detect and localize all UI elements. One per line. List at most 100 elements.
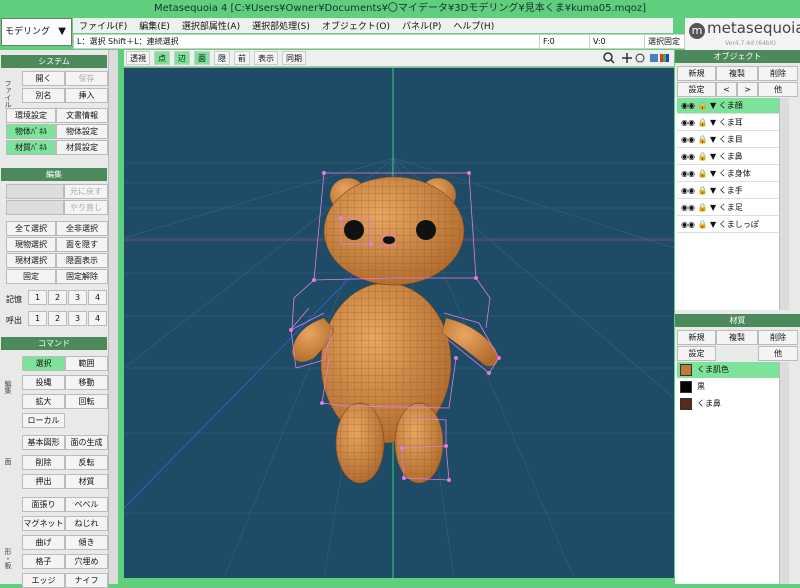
deselect-all-button[interactable]: 全非選択 [56, 221, 108, 236]
menu-selection[interactable]: 選択部処理(S) [246, 19, 316, 32]
menu-object[interactable]: オブジェクト(O) [316, 19, 396, 32]
visible-icon[interactable]: ◉◉ [677, 135, 695, 144]
object-row[interactable]: ◉◉ 🔒 ▼ くま足 [677, 200, 780, 216]
visible-icon[interactable]: ◉◉ [677, 186, 695, 195]
expand-icon[interactable]: ▼ [710, 186, 716, 195]
face-generate-button[interactable]: 面の生成 [65, 435, 108, 450]
3d-viewport[interactable] [124, 68, 674, 578]
menu-file[interactable]: ファイル(F) [73, 19, 133, 32]
delete-tool-button[interactable]: 削除 [22, 455, 65, 470]
local-tool-button[interactable]: ローカル [22, 413, 65, 428]
object-settings-button[interactable]: 設定 [677, 82, 716, 97]
material-panel-button[interactable]: 材質ﾊﾟﾈﾙ [6, 140, 56, 155]
recall-1-button[interactable]: 1 [28, 311, 47, 326]
hidden-toggle[interactable]: 隠 [214, 51, 230, 65]
view-navigation-icons[interactable] [602, 52, 672, 65]
object-copy-button[interactable]: 複製 [716, 66, 758, 81]
range-tool-button[interactable]: 範囲 [65, 356, 108, 371]
show-hidden-button[interactable]: 隠面表示 [56, 253, 108, 268]
material-delete-button[interactable]: 削除 [758, 330, 798, 345]
expand-icon[interactable]: ▼ [710, 169, 716, 178]
stretch-face-button[interactable]: 面張り [22, 497, 65, 512]
lock-icon[interactable]: 🔒 [698, 186, 708, 195]
object-row[interactable]: ◉◉ 🔒 ▼ くま鼻 [677, 149, 780, 165]
material-settings-button[interactable]: 設定 [677, 346, 716, 361]
bend-button[interactable]: 曲げ [22, 535, 65, 550]
material-row[interactable]: 黒 [677, 379, 780, 395]
expand-icon[interactable]: ▼ [710, 118, 716, 127]
display-menu-button[interactable]: 表示 [254, 51, 278, 65]
memory-4-button[interactable]: 4 [88, 290, 107, 305]
object-row[interactable]: ◉◉ 🔒 ▼ くま身体 [677, 166, 780, 182]
insert-button[interactable]: 挿入 [65, 88, 108, 103]
material-copy-button[interactable]: 複製 [716, 330, 758, 345]
lock-icon[interactable]: 🔒 [698, 152, 708, 161]
current-object-select-button[interactable]: 現物選択 [6, 237, 56, 252]
visible-icon[interactable]: ◉◉ [677, 118, 695, 127]
hole-fill-button[interactable]: 穴埋め [65, 554, 108, 569]
recall-3-button[interactable]: 3 [68, 311, 87, 326]
flip-tool-button[interactable]: 反転 [65, 455, 108, 470]
material-new-button[interactable]: 新規 [677, 330, 716, 345]
object-up-button[interactable]: < [716, 82, 737, 97]
object-other-button[interactable]: 他 [758, 82, 798, 97]
current-material-select-button[interactable]: 現材選択 [6, 253, 56, 268]
fix-button[interactable]: 固定 [6, 269, 56, 284]
lock-icon[interactable]: 🔒 [698, 101, 708, 110]
lock-icon[interactable]: 🔒 [698, 220, 708, 229]
bevel-button[interactable]: ベベル [65, 497, 108, 512]
select-all-button[interactable]: 全て選択 [6, 221, 56, 236]
object-row[interactable]: ◉◉ 🔒 ▼ くま目 [677, 132, 780, 148]
recall-2-button[interactable]: 2 [48, 311, 67, 326]
visible-icon[interactable]: ◉◉ [677, 203, 695, 212]
redo-button[interactable]: やり直し [64, 200, 108, 215]
expand-icon[interactable]: ▼ [710, 203, 716, 212]
object-row[interactable]: ◉◉ 🔒 ▼ くま顔 [677, 98, 780, 114]
object-down-button[interactable]: > [737, 82, 758, 97]
memory-2-button[interactable]: 2 [48, 290, 67, 305]
rotate-tool-button[interactable]: 回転 [65, 394, 108, 409]
object-list-scrollbar[interactable] [779, 98, 789, 310]
recall-4-button[interactable]: 4 [88, 311, 107, 326]
material-list-scrollbar[interactable] [779, 362, 789, 584]
sync-button[interactable]: 同期 [282, 51, 306, 65]
save-as-button[interactable]: 別名 [22, 88, 65, 103]
mode-dropdown[interactable]: モデリング ▼ [1, 18, 72, 46]
menu-panel[interactable]: パネル(P) [396, 19, 447, 32]
material-row[interactable]: くま鼻 [677, 396, 780, 412]
expand-icon[interactable]: ▼ [710, 220, 716, 229]
basic-shape-button[interactable]: 基本図形 [22, 435, 65, 450]
lock-icon[interactable]: 🔒 [698, 169, 708, 178]
fix-selection[interactable]: 選択固定 [644, 35, 684, 48]
object-row[interactable]: ◉◉ 🔒 ▼ くま耳 [677, 115, 780, 131]
knife-button[interactable]: ナイフ [65, 573, 108, 588]
undo-button[interactable]: 元に戻す [64, 184, 108, 199]
env-settings-button[interactable]: 環境設定 [6, 108, 56, 123]
visible-icon[interactable]: ◉◉ [677, 169, 695, 178]
expand-icon[interactable]: ▼ [710, 152, 716, 161]
expand-icon[interactable]: ▼ [710, 101, 716, 110]
material-tool-button[interactable]: 材質 [65, 474, 108, 489]
edge-toggle[interactable]: 辺 [174, 51, 190, 65]
open-button[interactable]: 開く [22, 71, 65, 86]
object-delete-button[interactable]: 削除 [758, 66, 798, 81]
doc-info-button[interactable]: 文書情報 [56, 108, 108, 123]
scale-tool-button[interactable]: 拡大 [22, 394, 65, 409]
material-settings-button[interactable]: 材質設定 [56, 140, 108, 155]
material-row[interactable]: くま肌色 [677, 362, 780, 378]
face-toggle[interactable]: 面 [194, 51, 210, 65]
perspective-toggle[interactable]: 透視 [126, 51, 150, 65]
viewport-canvas[interactable] [124, 68, 674, 578]
edge-button[interactable]: エッジ [22, 573, 65, 588]
menu-edit[interactable]: 編集(E) [133, 19, 176, 32]
hide-faces-button[interactable]: 面を隠す [56, 237, 108, 252]
menu-attributes[interactable]: 選択部属性(A) [176, 19, 246, 32]
twist-button[interactable]: ねじれ [65, 516, 108, 531]
lock-icon[interactable]: 🔒 [698, 118, 708, 127]
menu-help[interactable]: ヘルプ(H) [447, 19, 500, 32]
expand-icon[interactable]: ▼ [710, 135, 716, 144]
extrude-tool-button[interactable]: 押出 [22, 474, 65, 489]
lasso-tool-button[interactable]: 投縄 [22, 375, 65, 390]
left-panel-scrollbar[interactable] [108, 50, 118, 584]
front-view-button[interactable]: 前 [234, 51, 250, 65]
